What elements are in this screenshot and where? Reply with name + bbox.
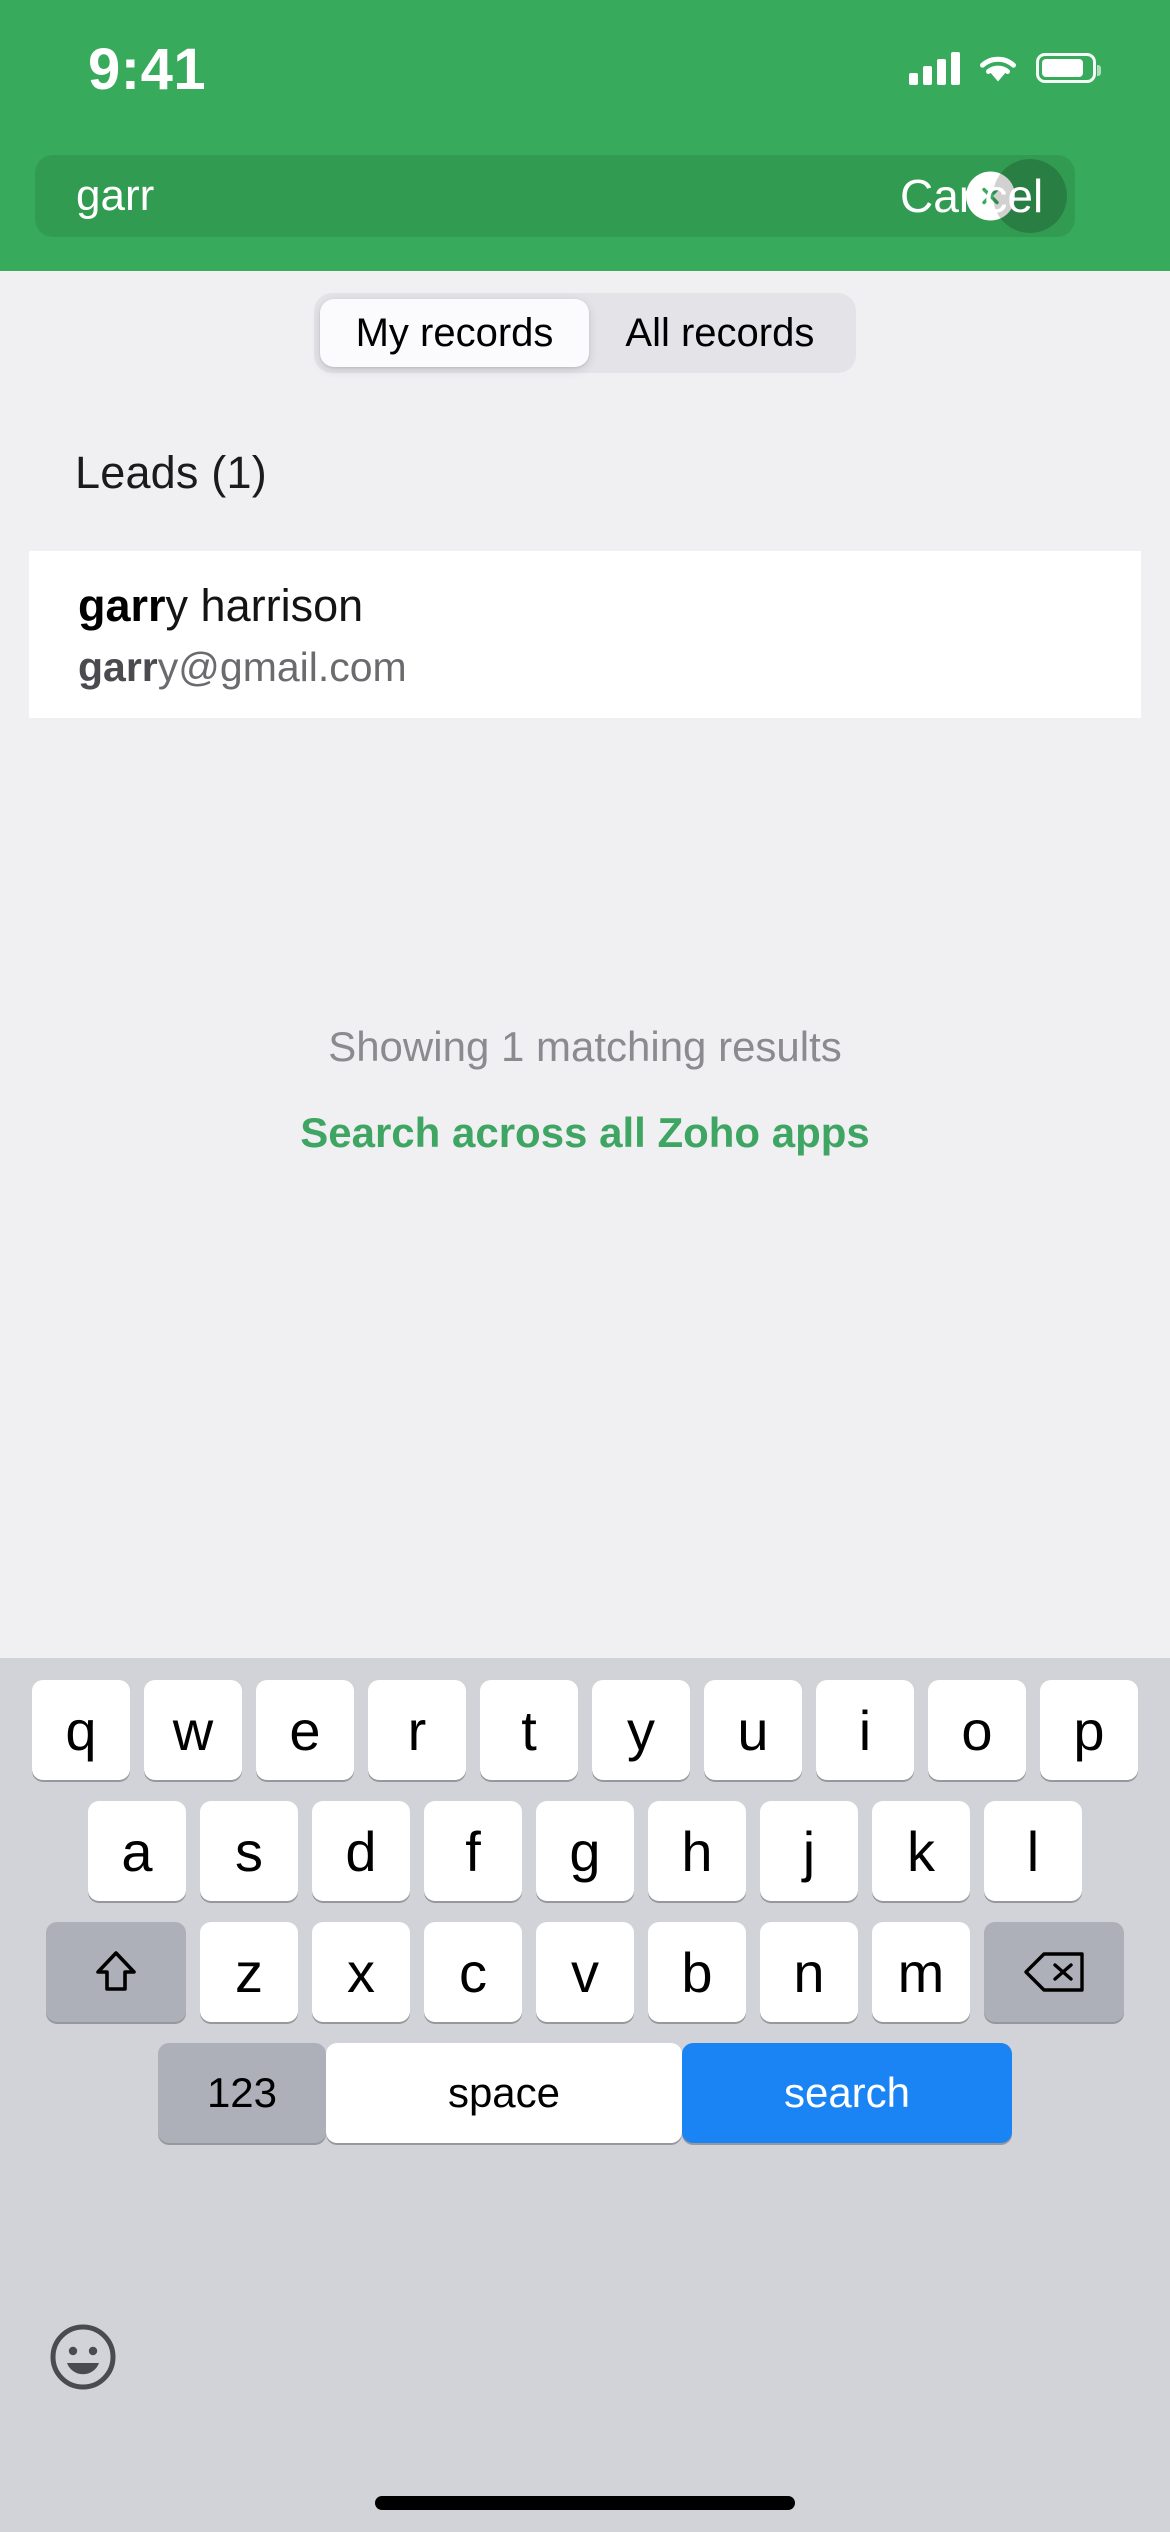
key-d[interactable]: d [312,1801,410,1901]
tab-all-records-label: All records [625,310,815,355]
emoji-smiley-icon[interactable] [48,2322,118,2392]
tab-my-records[interactable]: My records [319,299,590,367]
search-all-zoho-apps-link[interactable]: Search across all Zoho apps [0,1109,1170,1157]
key-w[interactable]: w [144,1680,242,1780]
app-header: 9:41 garr Cancel [0,0,1170,271]
search-input-value: garr [76,171,155,220]
keyboard-utility-row [0,2322,1170,2442]
result-name-rest: y harrison [165,580,364,631]
key-a[interactable]: a [88,1801,186,1901]
key-j[interactable]: j [760,1801,858,1901]
keyboard-row-4: 123 space search [0,2022,1170,2143]
content-area: My records All records Leads (1) garry h… [0,271,1170,1658]
result-name: garry harrison [78,579,1141,634]
result-email-rest: y@gmail.com [157,643,407,690]
key-f[interactable]: f [424,1801,522,1901]
key-h[interactable]: h [648,1801,746,1901]
status-bar-indicators [909,44,1101,92]
keyboard-row-2: a s d f g h j k l [0,1780,1170,1901]
key-i[interactable]: i [816,1680,914,1780]
cancel-button[interactable]: Cancel [900,150,1170,242]
keyboard-row-1: q w e r t y u i o p [0,1658,1170,1780]
result-name-match: garr [78,580,166,631]
key-t[interactable]: t [480,1680,578,1780]
key-z[interactable]: z [200,1922,298,2022]
keyboard-row-3: z x c v b n m [0,1901,1170,2022]
key-x[interactable]: x [312,1922,410,2022]
phone-screen: 9:41 garr Cancel My records All records … [0,0,1170,2532]
key-l[interactable]: l [984,1801,1082,1901]
segmented-control: My records All records [313,293,857,373]
result-email: garry@gmail.com [78,642,1141,692]
wifi-icon [976,51,1020,85]
key-u[interactable]: u [704,1680,802,1780]
tab-my-records-label: My records [355,310,554,355]
key-n[interactable]: n [760,1922,858,2022]
key-g[interactable]: g [536,1801,634,1901]
space-key[interactable]: space [326,2043,682,2143]
status-bar: 9:41 [0,0,1170,145]
numbers-key[interactable]: 123 [158,2043,326,2143]
key-k[interactable]: k [872,1801,970,1901]
signal-bars-icon [909,51,960,85]
home-indicator [375,2496,795,2510]
search-key[interactable]: search [682,2043,1012,2143]
status-bar-time: 9:41 [88,37,207,102]
key-p[interactable]: p [1040,1680,1138,1780]
key-m[interactable]: m [872,1922,970,2022]
key-v[interactable]: v [536,1922,634,2022]
key-e[interactable]: e [256,1680,354,1780]
results-count-text: Showing 1 matching results [328,1023,842,1070]
backspace-icon[interactable] [984,1922,1124,2022]
result-email-match: garr [78,643,158,690]
cancel-button-label: Cancel [900,170,1044,222]
key-b[interactable]: b [648,1922,746,2022]
shift-arrow-icon[interactable] [46,1922,186,2022]
key-y[interactable]: y [592,1680,690,1780]
key-r[interactable]: r [368,1680,466,1780]
section-title-leads: Leads (1) [75,447,267,498]
key-o[interactable]: o [928,1680,1026,1780]
result-row-lead[interactable]: garry harrison garry@gmail.com [29,551,1141,718]
segmented-control-wrapper: My records All records [0,293,1170,373]
battery-icon [1036,53,1101,83]
key-c[interactable]: c [424,1922,522,2022]
tab-all-records[interactable]: All records [589,299,850,367]
key-s[interactable]: s [200,1801,298,1901]
key-q[interactable]: q [32,1680,130,1780]
